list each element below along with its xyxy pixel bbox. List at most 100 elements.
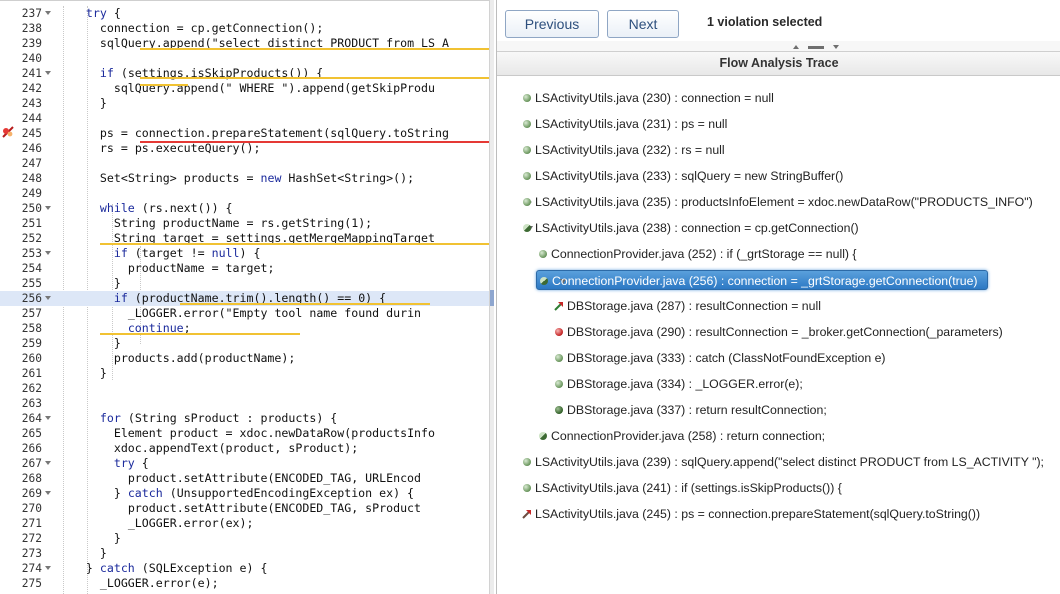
code-line[interactable]: 274 } catch (SQLException e) { — [0, 561, 494, 576]
code-keyword: for — [99, 411, 121, 425]
trace-item[interactable]: ConnectionProvider.java (258) : return c… — [536, 426, 1053, 446]
line-number: 240 — [21, 52, 42, 65]
code-line[interactable]: 266 xdoc.appendText(product, sProduct); — [0, 441, 494, 456]
warning-underline — [180, 303, 430, 305]
trace-item[interactable]: LSActivityUtils.java (235) : productsInf… — [520, 192, 1053, 212]
code-line[interactable]: 257 _LOGGER.error("Empty tool name found… — [0, 306, 494, 321]
code-line[interactable]: 253 if (target != null) { — [0, 246, 494, 261]
code-line[interactable]: 254 productName = target; — [0, 261, 494, 276]
code-line[interactable]: 248 Set<String> products = new HashSet<S… — [0, 171, 494, 186]
code-line[interactable]: 245 ps = connection.prepareStatement(sql… — [0, 126, 494, 141]
trace-item-label: ConnectionProvider.java (258) : return c… — [551, 429, 826, 443]
trace-item[interactable]: LSActivityUtils.java (233) : sqlQuery = … — [520, 166, 1053, 186]
trace-item[interactable]: LSActivityUtils.java (230) : connection … — [520, 88, 1053, 108]
line-number: 252 — [21, 232, 42, 245]
code-line[interactable]: 272 } — [0, 531, 494, 546]
editor-top-border — [0, 0, 494, 1]
code-line[interactable]: 259 } — [0, 336, 494, 351]
fold-toggle-icon[interactable] — [45, 566, 51, 570]
trace-item[interactable]: LSActivityUtils.java (232) : rs = null — [520, 140, 1053, 160]
trace-item-label: LSActivityUtils.java (239) : sqlQuery.ap… — [535, 455, 1044, 469]
trace-item[interactable]: DBStorage.java (334) : _LOGGER.error(e); — [552, 374, 1053, 394]
fold-toggle-icon[interactable] — [45, 251, 51, 255]
code-line[interactable]: 269 } catch (UnsupportedEncodingExceptio… — [0, 486, 494, 501]
code-text: Element product = xdoc.newDataRow(produc… — [113, 426, 435, 440]
code-text: _LOGGER.error(ex); — [127, 516, 254, 530]
splitter-grip-icon[interactable] — [808, 46, 824, 49]
code-line[interactable]: 264 for (String sProduct : products) { — [0, 411, 494, 426]
code-line[interactable]: 238 connection = cp.getConnection(); — [0, 21, 494, 36]
code-keyword: while — [99, 201, 135, 215]
line-number: 249 — [21, 187, 42, 200]
trace-item[interactable]: ConnectionProvider.java (252) : if (_grt… — [536, 244, 1053, 264]
trace-item-selected[interactable]: ConnectionProvider.java (256) : connecti… — [536, 270, 988, 290]
code-line[interactable]: 267 try { — [0, 456, 494, 471]
code-line[interactable]: 255 } — [0, 276, 494, 291]
line-number: 261 — [21, 367, 42, 380]
code-line[interactable]: 242 sqlQuery.append(" WHERE ").append(ge… — [0, 81, 494, 96]
trace-item[interactable]: DBStorage.java (287) : resultConnection … — [552, 296, 1053, 316]
code-text: productName = target; — [127, 261, 275, 275]
trace-item[interactable]: DBStorage.java (337) : return resultConn… — [552, 400, 1053, 420]
fold-toggle-icon[interactable] — [45, 11, 51, 15]
trace-node-icon — [523, 120, 531, 128]
warning-underline — [140, 84, 188, 86]
code-line[interactable]: 263 — [0, 396, 494, 411]
code-line[interactable]: 265 Element product = xdoc.newDataRow(pr… — [0, 426, 494, 441]
line-number: 253 — [21, 247, 42, 260]
trace-item[interactable]: LSActivityUtils.java (241) : if (setting… — [520, 478, 1053, 498]
next-button[interactable]: Next — [607, 10, 679, 38]
trace-item[interactable]: LSActivityUtils.java (239) : sqlQuery.ap… — [520, 452, 1053, 472]
code-line[interactable]: 240 — [0, 51, 494, 66]
editor-scroll-thumb[interactable] — [490, 290, 494, 306]
trace-item-label: DBStorage.java (333) : catch (ClassNotFo… — [567, 351, 886, 365]
trace-item[interactable]: LSActivityUtils.java (245) : ps = connec… — [520, 504, 1053, 524]
trace-item[interactable]: LSActivityUtils.java (238) : connection … — [520, 218, 1053, 238]
code-line[interactable]: 250 while (rs.next()) { — [0, 201, 494, 216]
code-line[interactable]: 268 product.setAttribute(ENCODED_TAG, UR… — [0, 471, 494, 486]
error-underline — [140, 141, 490, 143]
code-text: products.add(productName); — [113, 351, 296, 365]
code-editor[interactable]: 237 try {238 connection = cp.getConnecti… — [0, 0, 494, 594]
fold-toggle-icon[interactable] — [45, 71, 51, 75]
fold-toggle-icon[interactable] — [45, 416, 51, 420]
code-line[interactable]: 262 — [0, 381, 494, 396]
collapse-up-icon[interactable] — [793, 45, 799, 49]
code-text: } — [58, 96, 107, 110]
code-line[interactable]: 249 — [0, 186, 494, 201]
code-line[interactable]: 270 product.setAttribute(ENCODED_TAG, sP… — [0, 501, 494, 516]
fold-toggle-icon[interactable] — [45, 461, 51, 465]
code-line[interactable]: 261 } — [0, 366, 494, 381]
code-text: ps = connection.prepareStatement(sqlQuer… — [99, 126, 449, 140]
panel-splitter[interactable] — [497, 41, 1060, 52]
line-number: 244 — [21, 112, 42, 125]
code-line[interactable]: 251 String productName = rs.getString(1)… — [0, 216, 494, 231]
trace-node-icon — [523, 94, 531, 102]
trace-header: Flow Analysis Trace — [497, 52, 1060, 76]
code-line[interactable]: 246 rs = ps.executeQuery(); — [0, 141, 494, 156]
code-text: } catch (SQLException e) { — [58, 561, 268, 575]
code-line[interactable]: 244 — [0, 111, 494, 126]
code-line[interactable]: 273 } — [0, 546, 494, 561]
trace-item[interactable]: LSActivityUtils.java (231) : ps = null — [520, 114, 1053, 134]
trace-node-icon — [555, 354, 563, 362]
line-number: 272 — [21, 532, 42, 545]
code-line[interactable]: 237 try { — [0, 6, 494, 21]
selection-status: 1 violation selected — [707, 15, 823, 29]
trace-item[interactable]: DBStorage.java (333) : catch (ClassNotFo… — [552, 348, 1053, 368]
code-line[interactable]: 275 _LOGGER.error(e); — [0, 576, 494, 591]
code-line[interactable]: 260 products.add(productName); — [0, 351, 494, 366]
code-line[interactable]: 243 } — [0, 96, 494, 111]
fold-toggle-icon[interactable] — [45, 491, 51, 495]
code-line[interactable]: 271 _LOGGER.error(ex); — [0, 516, 494, 531]
trace-item[interactable]: DBStorage.java (290) : resultConnection … — [552, 322, 1053, 342]
error-marker-icon[interactable] — [2, 126, 14, 138]
fold-toggle-icon[interactable] — [45, 206, 51, 210]
fold-toggle-icon[interactable] — [45, 296, 51, 300]
collapse-down-icon[interactable] — [833, 45, 839, 49]
trace-item-label: LSActivityUtils.java (233) : sqlQuery = … — [535, 169, 844, 183]
trace-item-label: LSActivityUtils.java (245) : ps = connec… — [535, 507, 981, 521]
previous-button[interactable]: Previous — [505, 10, 599, 38]
code-line[interactable]: 247 — [0, 156, 494, 171]
trace-item-label: LSActivityUtils.java (241) : if (setting… — [535, 481, 842, 495]
